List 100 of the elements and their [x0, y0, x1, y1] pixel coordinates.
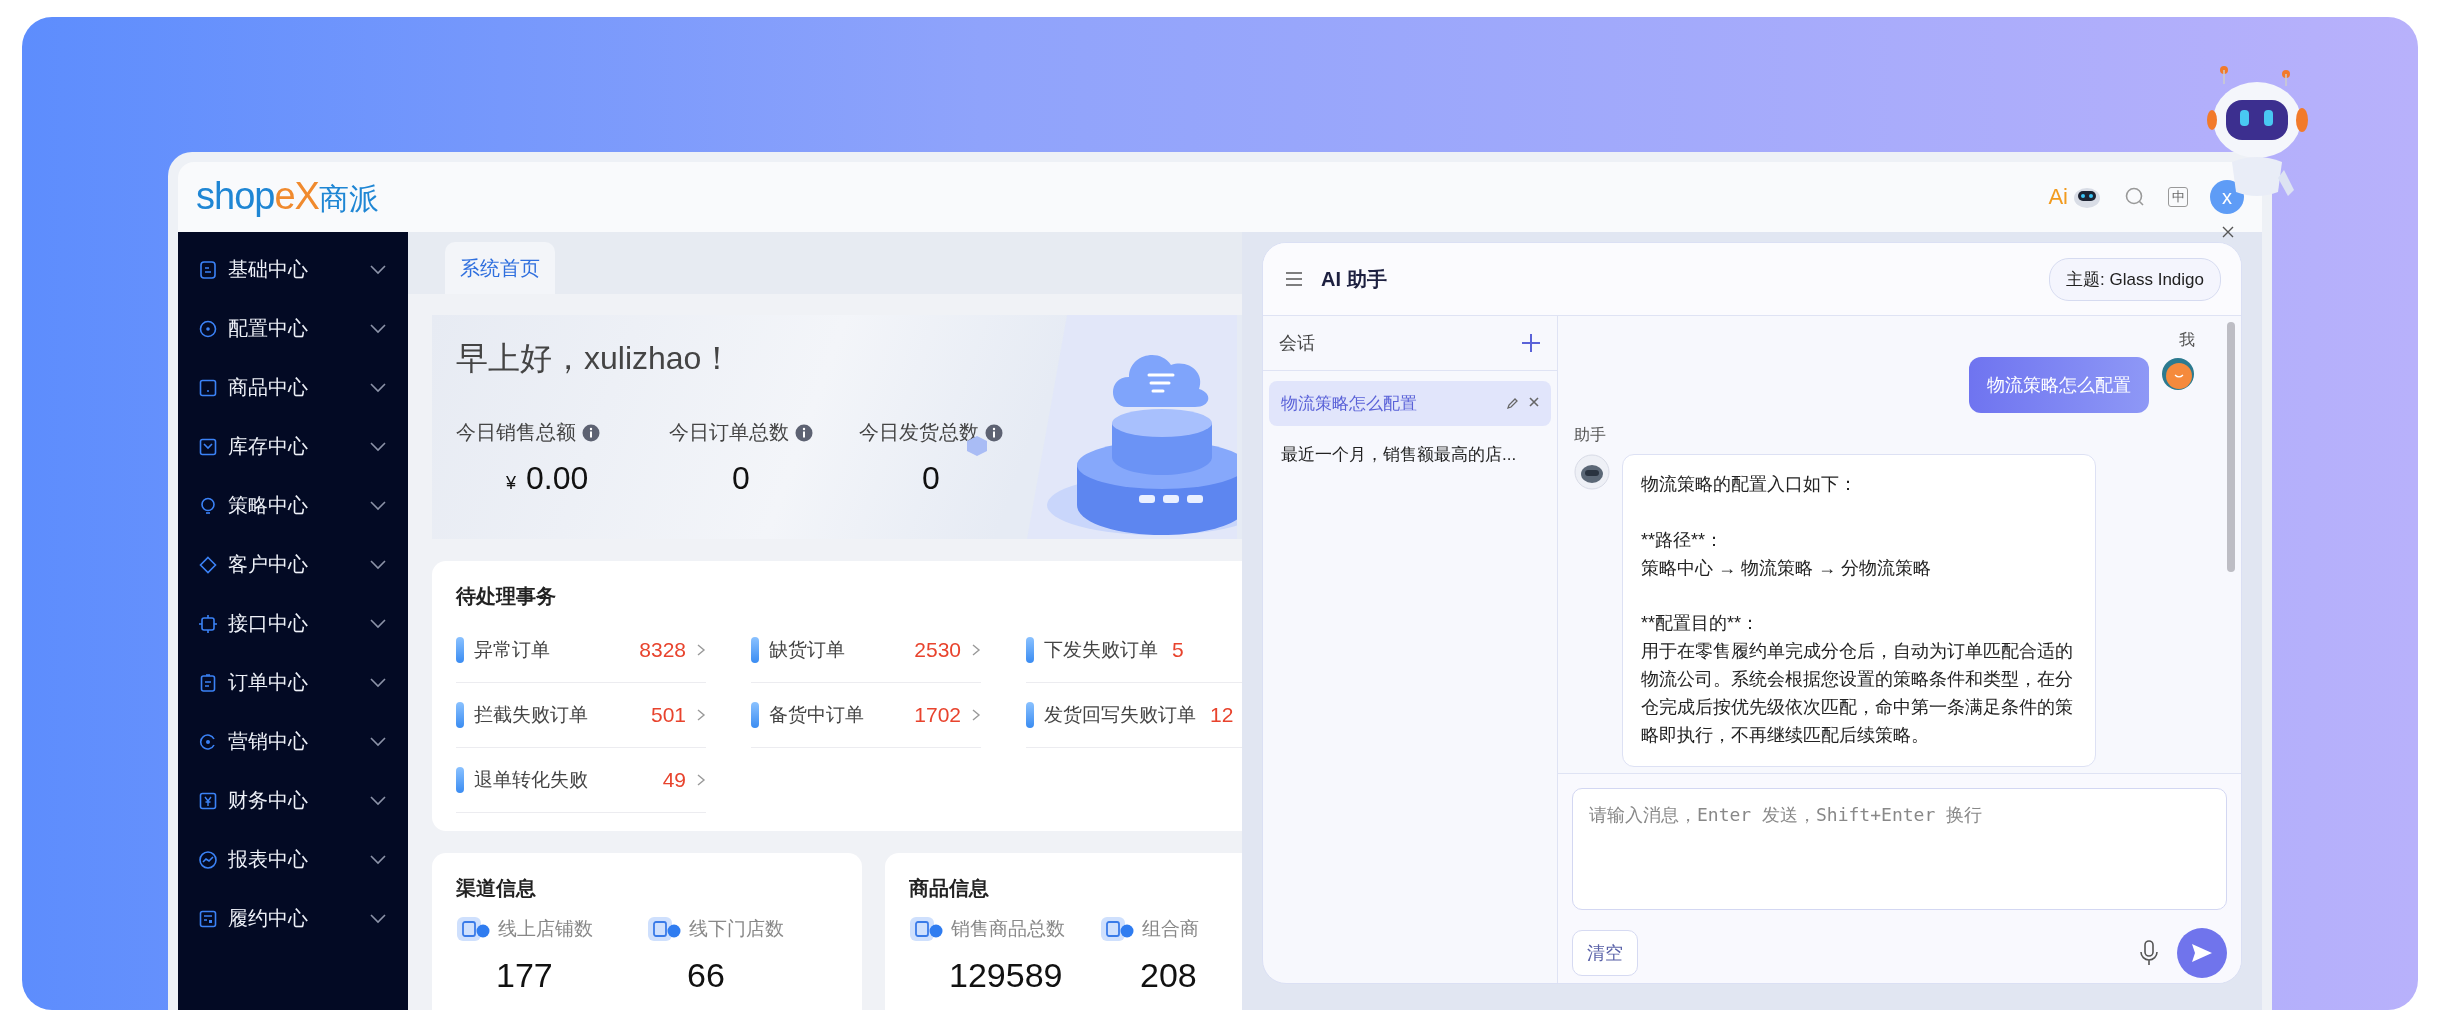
chevron-icon — [370, 382, 386, 393]
search-icon[interactable] — [2124, 186, 2146, 208]
message-text: 策略中心 → 物流策略 → 分物流策略 — [1641, 556, 1932, 580]
sidebar-item[interactable]: 策略中心 — [178, 476, 408, 535]
chevron-icon — [370, 323, 386, 334]
metric-value: 66 — [686, 956, 726, 995]
stat-value: 0 — [732, 460, 750, 497]
metric-value: 177 — [495, 956, 554, 995]
task-label: 备货中订单 — [769, 703, 864, 727]
menu-label: 营销中心 — [228, 729, 308, 754]
stat-label: 今日销售总额 — [456, 420, 576, 445]
menu-label: 基础中心 — [228, 257, 308, 282]
user-message: 物流策略怎么配置 — [1969, 357, 2149, 413]
sidebar-item[interactable]: 基础中心 — [178, 240, 408, 299]
card-title: 商品信息 — [909, 876, 990, 901]
sidebar-item[interactable]: 报表中心 — [178, 830, 408, 889]
plus-icon[interactable] — [1521, 333, 1541, 353]
metric-label: 线上店铺数 — [498, 917, 593, 941]
menu-icon[interactable] — [1285, 272, 1303, 286]
sidebar-item[interactable]: 库存中心 — [178, 417, 408, 476]
close-icon[interactable] — [1529, 397, 1539, 407]
chevron-icon — [370, 618, 386, 629]
send-icon — [2190, 942, 2214, 964]
chevron-icon — [370, 795, 386, 806]
box-icon — [198, 436, 218, 457]
menu-label: 库存中心 — [228, 434, 308, 459]
info-icon[interactable] — [582, 423, 600, 442]
task-count: 501 — [650, 703, 686, 727]
task-row[interactable]: 拦截失败订单 501 — [456, 683, 706, 748]
chevron-icon — [370, 559, 386, 570]
chat-title: AI 助手 — [1321, 266, 1387, 292]
scrollbar[interactable] — [2227, 322, 2235, 572]
metric-value: 129589 — [948, 956, 1064, 995]
menu-label: 策略中心 — [228, 493, 308, 518]
robot-icon[interactable] — [2072, 185, 2102, 209]
message-text: **路径**： — [1641, 528, 1725, 552]
message-input[interactable]: 请输入消息，Enter 发送，Shift+Enter 换行 — [1572, 788, 2227, 910]
language-button[interactable]: 中 — [2168, 187, 2188, 207]
store-icon — [909, 916, 943, 942]
info-icon[interactable] — [795, 423, 813, 442]
chevron-icon — [696, 773, 706, 787]
menu-label: 报表中心 — [228, 847, 308, 872]
menu-label: 财务中心 — [228, 788, 308, 813]
close-icon[interactable] — [2222, 226, 2234, 238]
card-title: 待处理事务 — [456, 584, 557, 609]
task-count: 2530 — [914, 638, 961, 662]
bar-marker — [456, 702, 464, 728]
chevron-icon — [370, 913, 386, 924]
sidebar-item[interactable]: 订单中心 — [178, 653, 408, 712]
form-icon — [198, 908, 218, 929]
sidebar-item[interactable]: 财务中心 — [178, 771, 408, 830]
metric-label: 组合商 — [1142, 917, 1199, 941]
sidebar-item[interactable]: 履约中心 — [178, 889, 408, 948]
menu-label: 客户中心 — [228, 552, 308, 577]
sidebar-item[interactable]: 接口中心 — [178, 594, 408, 653]
tab[interactable]: 系统首页 — [445, 242, 555, 294]
currency-symbol: ¥ — [506, 473, 516, 494]
store-icon — [647, 916, 681, 942]
chevron-icon — [971, 708, 981, 722]
task-row[interactable]: 异常订单 8328 — [456, 618, 706, 683]
clear-button[interactable]: 清空 — [1572, 930, 1638, 976]
task-count: 8328 — [639, 638, 686, 662]
sidebar-item[interactable]: 客户中心 — [178, 535, 408, 594]
menu-label: 订单中心 — [228, 670, 308, 695]
sidebar-item[interactable]: 配置中心 — [178, 299, 408, 358]
ring-icon — [198, 731, 218, 752]
greeting: 早上好，xulizhao！ — [456, 339, 735, 378]
task-label: 退单转化失败 — [474, 768, 588, 792]
info-icon[interactable] — [985, 423, 1003, 442]
store-icon — [1100, 916, 1134, 942]
sidebar-item[interactable]: 商品中心 — [178, 358, 408, 417]
bulb-icon — [198, 495, 218, 516]
chevron-icon — [370, 677, 386, 688]
menu-label: 商品中心 — [228, 375, 308, 400]
menu-label: 接口中心 — [228, 611, 308, 636]
store-icon — [456, 916, 490, 942]
chevron-icon — [696, 708, 706, 722]
task-row[interactable]: 缺货订单 2530 — [751, 618, 981, 683]
send-button[interactable] — [2177, 928, 2227, 978]
microphone-icon[interactable] — [2139, 940, 2159, 966]
bar-marker — [1026, 702, 1034, 728]
metric-label: 线下门店数 — [689, 917, 784, 941]
square-icon — [198, 377, 218, 398]
pencil-icon[interactable] — [1506, 397, 1519, 410]
card-title: 渠道信息 — [456, 876, 537, 901]
message-text: **配置目的**： — [1641, 612, 1761, 636]
task-row[interactable]: 备货中订单 1702 — [751, 683, 981, 748]
metric-value: 208 — [1139, 956, 1198, 995]
bar-marker — [1026, 637, 1034, 663]
chart-icon — [198, 849, 218, 870]
theme-button[interactable]: 主题: Glass Indigo — [2049, 257, 2221, 301]
sidebar-item[interactable]: 营销中心 — [178, 712, 408, 771]
chevron-icon — [370, 500, 386, 511]
task-row[interactable]: 退单转化失败 49 — [456, 748, 706, 813]
bar-marker — [456, 767, 464, 793]
clipboard-icon — [198, 672, 218, 693]
task-label: 发货回写失败订单 — [1044, 703, 1196, 727]
session-item[interactable]: 最近一个月，销售额最高的店... — [1269, 432, 1551, 477]
chevron-icon — [370, 736, 386, 747]
session-item[interactable]: 物流策略怎么配置 — [1269, 381, 1551, 426]
